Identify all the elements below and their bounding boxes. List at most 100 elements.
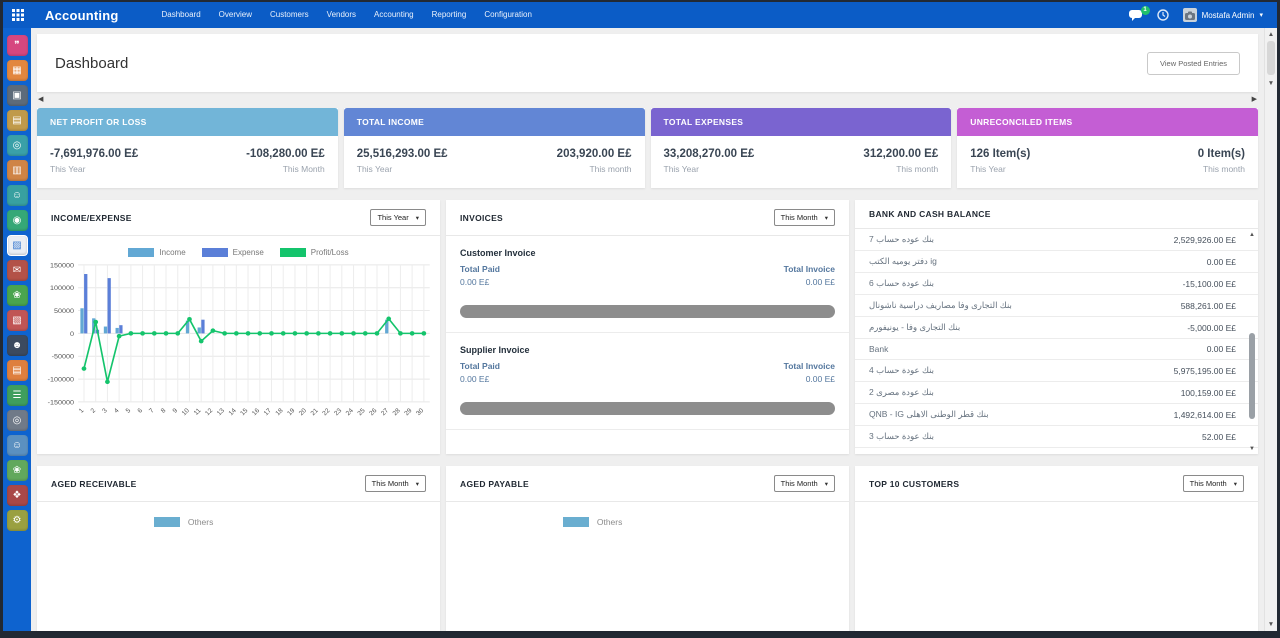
panel-title: INVOICES	[460, 213, 503, 223]
app-icon-glyph: ☰	[13, 390, 22, 401]
app-icon[interactable]: ☻	[7, 335, 28, 356]
legend-label: Others	[597, 517, 623, 527]
app-icon[interactable]: ❀	[7, 285, 28, 306]
chart-legend: Others	[37, 502, 440, 527]
horizontal-scrollbar[interactable]: ◀ ▶	[37, 94, 1258, 106]
bank-account-row[interactable]: QNB - IG بنك قطر الوطنى الاهلى 1,492,614…	[855, 404, 1258, 426]
menu-item[interactable]: Customers	[261, 2, 318, 28]
svg-text:24: 24	[345, 407, 356, 417]
kpi-month-value: 203,920.00 E£	[557, 148, 632, 160]
menu-item[interactable]: Vendors	[318, 2, 365, 28]
bank-account-row[interactable]: بنك عودة حساب 6 -15,100.00 E£	[855, 273, 1258, 295]
menu-item[interactable]: Overview	[210, 2, 261, 28]
legend-item[interactable]: Profit/Loss	[280, 248, 349, 257]
aged-receivable-period-select[interactable]: This Month ▾	[365, 475, 426, 492]
scrollbar-thumb[interactable]	[1267, 41, 1275, 75]
scrollbar-thumb[interactable]	[1249, 333, 1255, 419]
app-icon[interactable]: ✉	[7, 260, 28, 281]
svg-text:-150000: -150000	[48, 399, 74, 406]
bank-account-row[interactable]: بنك التجارى وفا - يونيفورم -5,000.00 E£	[855, 317, 1258, 339]
aged-payable-period-select[interactable]: This Month ▾	[774, 475, 835, 492]
app-icon[interactable]: ▤	[7, 110, 28, 131]
app-icon[interactable]: ⚙	[7, 510, 28, 531]
scroll-left-icon[interactable]: ◀	[38, 95, 43, 103]
app-icon[interactable]: ❖	[7, 485, 28, 506]
app-icon[interactable]: ❞	[7, 35, 28, 56]
app-icon[interactable]: ☺	[7, 185, 28, 206]
aged-payable-panel: AGED PAYABLE This Month ▾ Others	[446, 466, 849, 631]
messages-button[interactable]: 1	[1129, 10, 1143, 21]
app-icon-glyph: ▥	[12, 165, 21, 176]
app-icon[interactable]: ▥	[7, 160, 28, 181]
svg-text:8: 8	[160, 407, 168, 415]
apps-grid-icon[interactable]	[3, 2, 33, 28]
bank-account-row[interactable]: بنك عودة حساب 3 52.00 E£	[855, 426, 1258, 448]
scroll-down-icon[interactable]: ▼	[1265, 80, 1277, 87]
bank-account-row[interactable]: بنك عودة مصرى 2 100,159.00 E£	[855, 382, 1258, 404]
panel-title: TOP 10 CUSTOMERS	[869, 479, 959, 489]
svg-text:0: 0	[70, 331, 74, 338]
app-window: Accounting DashboardOverviewCustomersVen…	[3, 2, 1277, 631]
view-posted-entries-button[interactable]: View Posted Entries	[1147, 52, 1240, 75]
menu-item[interactable]: Accounting	[365, 2, 423, 28]
app-icon-glyph: ☺	[12, 440, 22, 451]
scroll-down-icon[interactable]: ▼	[1265, 621, 1277, 628]
app-icon[interactable]: ❀	[7, 460, 28, 481]
app-icon[interactable]: ☺	[7, 435, 28, 456]
svg-text:28: 28	[392, 407, 403, 417]
app-icon[interactable]: ▧	[7, 310, 28, 331]
app-icon[interactable]: ▦	[7, 60, 28, 81]
app-icon-glyph: ▤	[12, 115, 21, 126]
app-icon[interactable]: ▨	[7, 235, 28, 256]
app-icon-glyph: ▦	[12, 65, 21, 76]
legend-swatch	[280, 248, 306, 257]
svg-text:150000: 150000	[50, 262, 74, 269]
svg-text:23: 23	[333, 407, 344, 417]
app-icon-glyph: ◉	[13, 215, 22, 226]
menu-item[interactable]: Configuration	[475, 2, 541, 28]
bank-account-row[interactable]: بنك عودة حساب 4 5,975,195.00 E£	[855, 360, 1258, 382]
scroll-right-icon[interactable]: ▶	[1252, 95, 1257, 103]
bank-account-name: بنك عودة حساب 3	[869, 431, 934, 442]
total-paid-value: 0.00 E£	[460, 374, 500, 384]
app-icon-glyph: ❀	[13, 290, 21, 301]
legend-swatch	[128, 248, 154, 257]
kpi-year-label: This Year	[664, 164, 755, 174]
bank-account-name: Bank	[869, 344, 888, 354]
scroll-down-icon[interactable]: ▼	[1248, 446, 1256, 452]
app-icon[interactable]: ◎	[7, 135, 28, 156]
bank-account-balance: 100,159.00 E£	[1181, 388, 1236, 398]
svg-text:29: 29	[403, 407, 414, 417]
bank-account-row[interactable]: بنك التجارى وفا مصاريف دراسية ناشونال 58…	[855, 295, 1258, 317]
caret-down-icon: ▾	[1234, 480, 1237, 488]
svg-text:16: 16	[251, 407, 262, 417]
scroll-up-icon[interactable]: ▲	[1265, 31, 1277, 38]
scroll-up-icon[interactable]: ▲	[1248, 232, 1256, 238]
kpi-card-header: TOTAL EXPENSES	[651, 108, 952, 136]
menu-item[interactable]: Reporting	[423, 2, 476, 28]
activity-button[interactable]	[1157, 9, 1169, 21]
menu-item[interactable]: Dashboard	[153, 2, 210, 28]
app-icon[interactable]: ▣	[7, 85, 28, 106]
invoices-period-select[interactable]: This Month ▾	[774, 209, 835, 226]
top-customers-period-select[interactable]: This Month ▾	[1183, 475, 1244, 492]
bank-account-row[interactable]: بنك عوده حساب 7 2,529,926.00 E£	[855, 229, 1258, 251]
legend-item[interactable]: Expense	[202, 248, 264, 257]
vertical-scrollbar[interactable]: ▲ ▼ ▼	[1264, 28, 1277, 631]
bank-scrollbar[interactable]: ▲ ▼	[1248, 232, 1256, 452]
app-icon[interactable]: ◉	[7, 210, 28, 231]
bank-account-balance: 5,975,195.00 E£	[1174, 366, 1236, 376]
app-icon[interactable]: ◎	[7, 410, 28, 431]
caret-down-icon: ▾	[825, 214, 828, 222]
bank-account-row[interactable]: دفتر يوميه الكتب ig 0.00 E£	[855, 251, 1258, 273]
income-expense-period-select[interactable]: This Year ▾	[370, 209, 426, 226]
invoice-section: Customer Invoice Total Paid 0.00 E£ Tota…	[446, 236, 849, 333]
app-icon-glyph: ❀	[13, 465, 21, 476]
app-icon[interactable]: ☰	[7, 385, 28, 406]
legend-swatch	[563, 517, 589, 527]
user-menu[interactable]: Mostafa Admin ▾	[1183, 8, 1263, 22]
bank-account-row[interactable]: Bank 0.00 E£	[855, 339, 1258, 360]
app-icon[interactable]: ▤	[7, 360, 28, 381]
legend-item[interactable]: Income	[128, 248, 185, 257]
svg-text:19: 19	[286, 407, 297, 417]
